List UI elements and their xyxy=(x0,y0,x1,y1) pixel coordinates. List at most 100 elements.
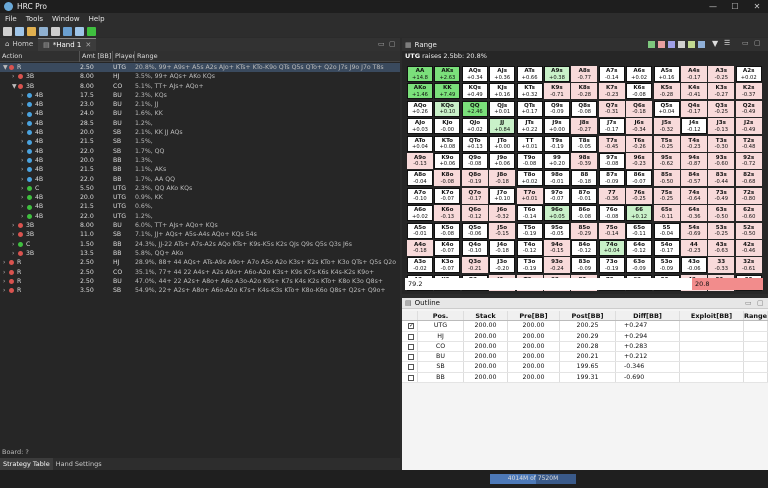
minimize-button[interactable]: — xyxy=(702,0,724,13)
strategy-row[interactable]: › 4B 21.5 UTG 0.6%, xyxy=(0,202,400,211)
maximize-button[interactable]: ☐ xyxy=(724,0,746,13)
outline-col-header[interactable] xyxy=(402,311,418,321)
hand-cell[interactable]: 85o -0.29 xyxy=(571,222,598,239)
row-checkbox[interactable] xyxy=(408,374,414,381)
row-checkbox[interactable] xyxy=(408,333,414,340)
hand-cell[interactable]: K2s -0.37 xyxy=(735,83,762,100)
strategy-row[interactable]: › R 2.50 CO 35.1%, 77+ 44 22 A4s+ A2s A9o+ A… xyxy=(0,268,400,277)
hand-cell[interactable]: J7o +0.10 xyxy=(489,187,516,204)
hand-cell[interactable]: 84s -0.57 xyxy=(680,170,707,187)
outline-col-header[interactable]: Stack xyxy=(464,311,508,321)
strategy-row[interactable]: › R 2.50 HJ 28.9%, 88+ 44 AQs+ ATs-A9s A9o+ … xyxy=(0,258,400,267)
hand-cell[interactable]: 98o -0.01 xyxy=(543,170,570,187)
hand-cell[interactable]: KJs +0.16 xyxy=(489,83,516,100)
strategy-row[interactable]: › 4B 20.0 BB 1.3%, xyxy=(0,156,400,165)
hand-cell[interactable]: Q6o -0.12 xyxy=(461,205,488,222)
hand-cell[interactable]: KTo +0.08 xyxy=(434,135,461,152)
hand-cell[interactable]: 74o +0.04 xyxy=(598,239,625,256)
hand-cell[interactable]: JTo +0.00 xyxy=(489,135,516,152)
hand-cell[interactable]: A7o -0.10 xyxy=(407,187,433,204)
hand-cell[interactable]: 43s -0.63 xyxy=(708,239,735,256)
tab-hand-1[interactable]: ▤ *Hand 1 ✕ xyxy=(38,38,97,52)
hand-cell[interactable]: J5s -0.32 xyxy=(653,118,680,135)
hand-cell[interactable]: 87o -0.01 xyxy=(571,187,598,204)
hand-cell[interactable]: AA +14.8 xyxy=(407,66,433,82)
hand-cell[interactable]: Q9o -0.08 xyxy=(461,152,488,169)
hand-cell[interactable]: T2s -0.48 xyxy=(735,135,762,152)
hand-cell[interactable]: JJ +0.84 xyxy=(489,118,516,135)
hand-cell[interactable]: 33 -0.33 xyxy=(708,257,735,274)
hand-cell[interactable]: T5s -0.25 xyxy=(653,135,680,152)
list-view-icon[interactable] xyxy=(698,41,705,48)
hand-cell[interactable]: J9o +0.06 xyxy=(489,152,516,169)
menu-help[interactable]: Help xyxy=(89,15,105,23)
hand-cell[interactable]: T7o +0.01 xyxy=(516,187,543,204)
hand-cell[interactable]: 54o -0.17 xyxy=(653,239,680,256)
strategy-row[interactable]: › 3B 13.5 BB 5.8%, QQ+ AKo xyxy=(0,249,400,258)
hand-cell[interactable]: 83o -0.09 xyxy=(571,257,598,274)
hand-cell[interactable]: 54s -0.69 xyxy=(680,222,707,239)
row-checkbox[interactable] xyxy=(408,354,414,361)
hand-cell[interactable]: A3s -0.25 xyxy=(708,66,735,82)
hand-cell[interactable]: 95o -0.05 xyxy=(543,222,570,239)
hand-cell[interactable]: T9o -0.08 xyxy=(516,152,543,169)
hand-cell[interactable]: K9o +0.06 xyxy=(434,152,461,169)
strategy-row[interactable]: › 4B 22.0 SB 1.7%, QQ xyxy=(0,147,400,156)
hand-cell[interactable]: Q3o -0.21 xyxy=(461,257,488,274)
strategy-row[interactable]: › 4B 28.5 BU 1.2%, xyxy=(0,119,400,128)
hand-cell[interactable]: QTo +0.13 xyxy=(461,135,488,152)
hand-cell[interactable]: Q4s -0.17 xyxy=(680,100,707,117)
hand-cell[interactable]: 53s -0.25 xyxy=(708,222,735,239)
hand-cell[interactable]: 73o -0.19 xyxy=(598,257,625,274)
save-icon[interactable] xyxy=(63,26,72,36)
hand-cell[interactable]: J9s +0.00 xyxy=(543,118,570,135)
strategy-row[interactable]: › 4B 21.5 SB 1.5%, xyxy=(0,137,400,146)
hand-cell[interactable]: 65s -0.11 xyxy=(653,205,680,222)
hand-cell[interactable]: AKs +2.63 xyxy=(434,66,461,82)
panel-maximize-icon[interactable]: ▢ xyxy=(389,38,396,51)
strategy-row[interactable]: › 4B 21.5 BB 1.1%, AKs xyxy=(0,165,400,174)
outline-row[interactable]: HJ 200.00 200.00 200.29 +0.294 xyxy=(402,331,768,342)
hand-cell[interactable]: KK +7.49 xyxy=(434,83,461,100)
strategy-row[interactable]: › C 1.50 BB 24.3%, JJ-22 ATs+ A7s-A2s AQo KT… xyxy=(0,240,400,249)
range-panel-maximize-icon[interactable]: ▢ xyxy=(754,39,761,47)
col-player[interactable]: Player xyxy=(113,50,135,62)
strategy-row[interactable]: › 4B 20.0 UTG 0.9%, KK xyxy=(0,193,400,202)
hand-cell[interactable]: 62s -0.60 xyxy=(735,205,762,222)
menu-file[interactable]: File xyxy=(5,15,17,23)
outline-col-header[interactable]: Range xyxy=(744,311,768,321)
hand-cell[interactable]: 44 -0.23 xyxy=(680,239,707,256)
hand-cell[interactable]: Q6s -0.18 xyxy=(626,100,653,117)
tab-close-icon[interactable]: ✕ xyxy=(85,39,91,52)
hand-cell[interactable]: T9s -0.19 xyxy=(543,135,570,152)
hand-cell[interactable]: K6o -0.13 xyxy=(434,205,461,222)
panel-minimize-icon[interactable]: ▭ xyxy=(378,38,385,51)
hand-cell[interactable]: K3s -0.27 xyxy=(708,83,735,100)
hand-cell[interactable]: 32s -0.61 xyxy=(735,257,762,274)
hand-cell[interactable]: QJs +0.01 xyxy=(489,100,516,117)
run-icon[interactable] xyxy=(87,26,96,36)
search-icon[interactable] xyxy=(39,26,48,36)
hand-cell[interactable]: 94o -0.15 xyxy=(543,239,570,256)
hand-cell[interactable]: A6o +0.02 xyxy=(407,205,433,222)
hand-cell[interactable]: J3s -0.13 xyxy=(708,118,735,135)
hand-cell[interactable]: Q9s -0.09 xyxy=(543,100,570,117)
hand-cell[interactable]: J4s -0.12 xyxy=(680,118,707,135)
hand-cell[interactable]: 55 -0.04 xyxy=(653,222,680,239)
hand-cell[interactable]: A7s -0.14 xyxy=(598,66,625,82)
range-input-bar[interactable]: 79.2 20.8 xyxy=(405,278,763,290)
strategy-row[interactable]: › 3B 8.00 HJ 3.5%, 99+ AQs+ AKo KQs xyxy=(0,72,400,81)
hand-cell[interactable]: A9s +0.38 xyxy=(543,66,570,82)
hand-cell[interactable]: 65o -0.11 xyxy=(626,222,653,239)
tab-home[interactable]: ⌂ Home xyxy=(0,38,38,51)
hand-cell[interactable]: 83s -0.44 xyxy=(708,170,735,187)
hand-cell[interactable]: T3s -0.30 xyxy=(708,135,735,152)
strategy-row[interactable]: › 3B 8.00 BU 6.0%, TT+ AJs+ AQo+ KQs xyxy=(0,221,400,230)
tab-hand-settings[interactable]: Hand Settings xyxy=(53,458,105,470)
color-mode-3-icon[interactable] xyxy=(668,41,675,48)
outline-row[interactable]: BB 200.00 200.00 199.31 -0.690 xyxy=(402,372,768,384)
row-checkbox[interactable] xyxy=(408,364,414,371)
hand-cell[interactable]: 88 -0.18 xyxy=(571,170,598,187)
new-file-icon[interactable] xyxy=(15,26,24,36)
hand-cell[interactable]: 94s -0.87 xyxy=(680,152,707,169)
